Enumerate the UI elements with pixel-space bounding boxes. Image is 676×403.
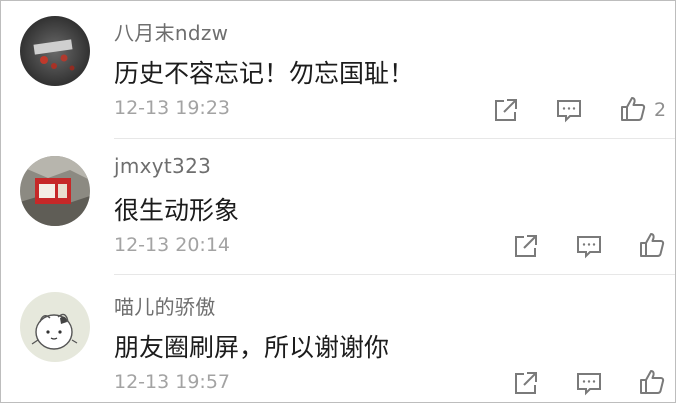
like-icon[interactable]: [637, 367, 667, 397]
comment-item: 喵儿的骄傲 朋友圈刷屏，所以谢谢你 12-13 19:57: [1, 275, 675, 402]
comment-text: 历史不容忘记！勿忘国耻！: [114, 59, 415, 88]
like-icon[interactable]: [637, 230, 667, 260]
comment-time: 12-13 19:23: [114, 97, 231, 119]
comment-time: 12-13 19:57: [114, 371, 231, 393]
avatar-image: [20, 156, 90, 226]
reply-icon[interactable]: [574, 368, 604, 398]
comment-text: 朋友圈刷屏，所以谢谢你: [114, 333, 390, 362]
comment-item: 八月末ndzw 历史不容忘记！勿忘国耻！ 12-13 19:23 2: [1, 1, 675, 139]
reply-icon[interactable]: [574, 231, 604, 261]
share-icon[interactable]: [511, 368, 541, 398]
avatar[interactable]: [20, 292, 90, 362]
share-icon[interactable]: [511, 231, 541, 261]
reply-icon[interactable]: [554, 95, 584, 125]
share-icon[interactable]: [491, 95, 521, 125]
comment-text: 很生动形象: [114, 196, 240, 225]
like-count: 2: [654, 99, 667, 121]
like-icon[interactable]: [618, 94, 648, 124]
username[interactable]: jmxyt323: [114, 154, 211, 178]
avatar[interactable]: [20, 156, 90, 226]
comment-list: 八月末ndzw 历史不容忘记！勿忘国耻！ 12-13 19:23 2 jmxyt…: [0, 0, 676, 403]
comment-time: 12-13 20:14: [114, 234, 231, 256]
comment-item: jmxyt323 很生动形象 12-13 20:14: [1, 139, 675, 275]
username[interactable]: 喵儿的骄傲: [114, 291, 216, 320]
avatar-image: [20, 292, 90, 362]
avatar[interactable]: [20, 16, 90, 86]
username[interactable]: 八月末ndzw: [114, 17, 228, 46]
avatar-image: [20, 16, 90, 86]
